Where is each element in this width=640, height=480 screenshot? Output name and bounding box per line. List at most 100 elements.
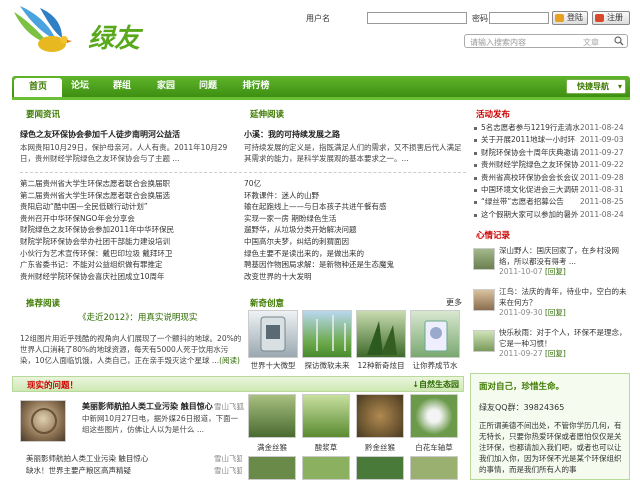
divider xyxy=(20,172,242,173)
nature-image[interactable] xyxy=(356,394,404,438)
login-button[interactable]: 登陆 xyxy=(552,11,588,25)
image-icon xyxy=(31,408,57,434)
list-item[interactable]: 财院学院环保协会举办社团干部能力建设培训 xyxy=(20,236,242,248)
face-text: 正所谓美德不间出处，不管你学历几何，有无特长，只要你热爱环保或者愿怕仅仅是关注环… xyxy=(479,421,622,474)
list-item[interactable]: 70亿 xyxy=(244,178,466,190)
news-summary: 本网贵阳10月29日，保护母亲河，人人有责。2011年10月29日，贵州财经学院… xyxy=(20,143,228,163)
divider xyxy=(244,172,466,173)
avatar[interactable] xyxy=(473,289,495,311)
nature-image[interactable] xyxy=(302,456,350,480)
list-item[interactable]: 贵州召开中华环保NGO年会分享会 xyxy=(20,213,242,225)
list-item[interactable]: 第二届贵州省大学生环保志愿者联合会换届职 xyxy=(20,178,242,190)
news-title: 要闻资讯 xyxy=(26,110,61,120)
list-item[interactable]: 缺水！世界主要产粮区高声精疑 雪山飞狐 xyxy=(26,465,242,477)
quick-nav-button[interactable]: 快捷导航 ▾ xyxy=(566,79,626,94)
reply-link[interactable]: [回复] xyxy=(545,267,566,276)
site-logo[interactable]: 绿友 xyxy=(10,4,160,58)
creative-caption[interactable]: 世界十大微型 xyxy=(246,360,300,371)
password-input[interactable] xyxy=(489,12,549,24)
list-item[interactable]: 遛野华，从垃圾分类开始解决问题 xyxy=(244,224,466,236)
list-item[interactable]: 聘基因作物困局求解：是新物种还是生态魔鬼 xyxy=(244,259,466,271)
username-input[interactable] xyxy=(367,12,467,24)
qq-group: 绿友QQ群：39824365 xyxy=(479,403,565,412)
list-item[interactable]: 财院绿色之友环保协会参加2011年中华环保民 xyxy=(20,224,242,236)
search-scope[interactable]: 文章 xyxy=(583,37,599,48)
activity-item[interactable]: 贵州省高校环保协会会长会议 2011-09-28 xyxy=(474,172,630,184)
activity-item[interactable]: 这个假期大家可以参加的暑外 2011-08-24 xyxy=(474,209,630,221)
activity-item[interactable]: 贵州财经学院绿色之友环保协 2011-09-22 xyxy=(474,159,630,171)
tab-groups[interactable]: 群组 xyxy=(98,76,146,97)
creative-caption[interactable]: 让你养成节水 xyxy=(408,360,462,371)
tab-home-space[interactable]: 家园 xyxy=(142,76,190,97)
list-item[interactable]: 环教课件：迷人的山野 xyxy=(244,190,466,202)
search-input[interactable]: 请输入搜索内容 xyxy=(470,37,526,48)
activity-item[interactable]: 财院环保协会十周年庆典邀请 2011-09-27 xyxy=(474,147,630,159)
creative-image[interactable] xyxy=(248,310,298,358)
heart-title: 心情记录 xyxy=(476,231,511,241)
nature-caption[interactable]: 满金丝猴 xyxy=(246,442,298,453)
creative-caption[interactable]: 12种新奇炫目 xyxy=(354,360,408,371)
news-headline[interactable]: 绿色之友环保协会参加千人徒步南明河公益活 xyxy=(20,129,180,140)
nature-image[interactable] xyxy=(248,394,296,438)
avatar[interactable] xyxy=(473,330,495,352)
problem-headline[interactable]: 美丽影师航拍人类工业污染 触目惊心 xyxy=(82,401,213,412)
image-icon xyxy=(260,316,286,352)
list-item[interactable]: 输在起跑线上——与日本孩子共进午餐有感 xyxy=(244,201,466,213)
list-item[interactable]: 实现一家一房 期盼绿色生活 xyxy=(244,213,466,225)
extended-headline[interactable]: 小溪：我的可持续发展之路 xyxy=(244,129,340,140)
search-box[interactable]: 请输入搜索内容 文章 xyxy=(464,34,628,48)
search-icon[interactable] xyxy=(614,36,624,46)
image-icon xyxy=(424,320,448,352)
main-nav: 首页 论坛 群组 家园 问题 排行榜 快捷导航 ▾ xyxy=(12,76,630,97)
tab-ranking[interactable]: 排行榜 xyxy=(232,76,280,97)
nature-caption[interactable]: 白花车轴草 xyxy=(408,442,460,453)
list-item[interactable]: 贵州财经学院环保协会喜庆社团成立10周年 xyxy=(20,271,242,283)
problem-image[interactable] xyxy=(20,400,66,442)
read-more-link[interactable]: (阅读) xyxy=(219,356,240,365)
nature-image[interactable] xyxy=(410,394,458,438)
extended-list: 70亿 环教课件：迷人的山野 输在起跑线上——与日本孩子共进午餐有感 实现一家一… xyxy=(244,178,466,282)
creative-image[interactable] xyxy=(410,310,460,358)
list-item[interactable]: 小伙行为艺术宣传环保：戴巴印垃圾 戴拜环卫 xyxy=(20,248,242,260)
login-form: 用户名 密码 登陆 注册 xyxy=(302,10,632,26)
activity-item[interactable]: 关于开展2011地球一小时环 2011-09-03 xyxy=(474,134,630,146)
activity-item[interactable]: “绿丝带”志愿者招募公告 2011-08-25 xyxy=(474,196,630,208)
list-item[interactable]: 改变世界的十大发明 xyxy=(244,271,466,283)
nature-image[interactable] xyxy=(248,456,296,480)
recommend-headline[interactable]: 《走近2012》：用真实说明现实 xyxy=(78,311,197,323)
problem-list: 美丽影师航拍人类工业污染 触目惊心 雪山飞狐 缺水！世界主要产粮区高声精疑 雪山飞狐 xyxy=(26,453,242,476)
tab-home[interactable]: 首页 xyxy=(14,78,62,97)
logo-text: 绿友 xyxy=(88,24,141,54)
list-item[interactable]: 贵阳启动“酷中国—全民低碳行动计划” xyxy=(20,201,242,213)
nature-image[interactable] xyxy=(410,456,458,480)
list-item[interactable]: 绿色主要不是读出来的，是做出来的 xyxy=(244,248,466,260)
register-button[interactable]: 注册 xyxy=(592,11,630,25)
heart-entry: 深山野人：国庆回家了，在乡村没网络，所以都没有得考 ... 2011-10-07 … xyxy=(473,246,630,284)
heart-entry: 快乐秋雨：对于个人，环保不是理念，它是一种习惯！ 2011-09-27 [回复] xyxy=(473,328,630,366)
avatar[interactable] xyxy=(473,248,495,270)
image-icon xyxy=(316,315,346,351)
creative-caption[interactable]: 探访微软未来 xyxy=(300,360,354,371)
nature-link[interactable]: ↓自然生态园 xyxy=(412,379,459,390)
nature-image[interactable] xyxy=(302,394,350,438)
list-item[interactable]: 美丽影师航拍人类工业污染 触目惊心 雪山飞狐 xyxy=(26,453,242,465)
creative-image[interactable] xyxy=(302,310,352,358)
tab-questions[interactable]: 问题 xyxy=(184,76,232,97)
nature-image[interactable] xyxy=(356,456,404,480)
username-label: 用户名 xyxy=(306,14,330,23)
tab-forum[interactable]: 论坛 xyxy=(56,76,104,97)
creative-more-link[interactable]: 更多 xyxy=(446,297,462,308)
news-list: 第二届贵州省大学生环保志愿者联合会换届职 第二届贵州省大学生环保志愿者联合会换届… xyxy=(20,178,242,282)
nature-caption[interactable]: 黔金丝猴 xyxy=(354,442,406,453)
activity-item[interactable]: 中国环境文化促进会三大调研 2011-08-31 xyxy=(474,184,630,196)
activity-item[interactable]: 5名志愿者参与1219行走清水 2011-08-24 xyxy=(474,122,630,134)
activity-title: 活动发布 xyxy=(476,110,511,120)
list-item[interactable]: 第二届贵州省大学生环保志愿者联合会换届选 xyxy=(20,190,242,202)
reply-link[interactable]: [回复] xyxy=(545,308,566,317)
nature-caption[interactable]: 酸浆草 xyxy=(300,442,352,453)
reply-link[interactable]: [回复] xyxy=(545,349,566,358)
list-item[interactable]: 广东省委书记：不能对公益组织做有罪推定 xyxy=(20,259,242,271)
creative-image[interactable] xyxy=(356,310,406,358)
face-title: 面对自己，珍惜生命。 xyxy=(479,382,565,392)
list-item[interactable]: 中国高尔夫梦，纠结的刺猬面因 xyxy=(244,236,466,248)
